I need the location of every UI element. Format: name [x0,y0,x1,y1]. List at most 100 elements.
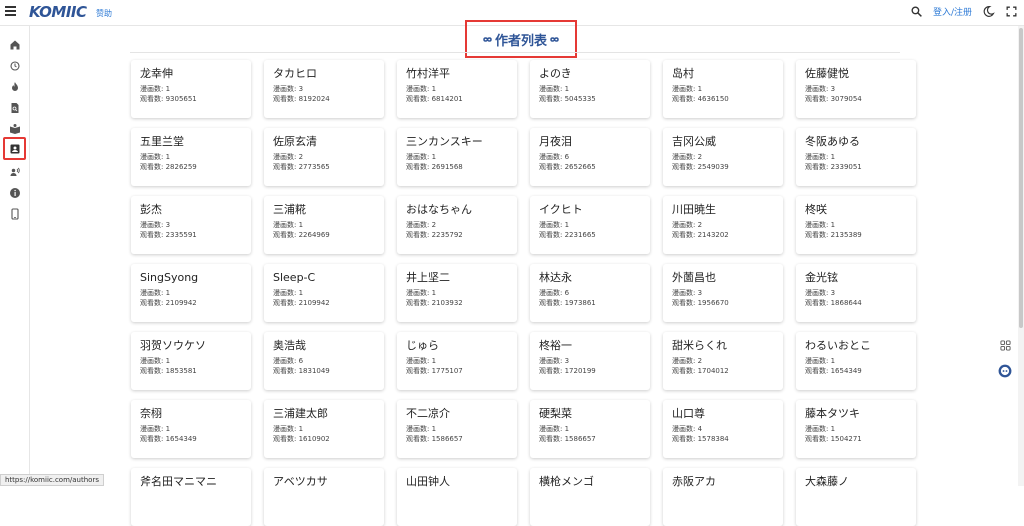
sidebar-nav [0,26,30,486]
floating-actions [998,338,1012,378]
apps-button[interactable] [998,338,1012,352]
sponsor-link[interactable]: 赞助 [96,8,112,19]
search-icon[interactable] [910,5,923,18]
author-card[interactable]: じゅら 漫画数: 1 观看数: 1775107 [397,332,517,390]
author-card[interactable]: イクヒト 漫画数: 1 观看数: 2231665 [530,196,650,254]
sidebar-item-hot[interactable] [5,77,25,97]
author-card[interactable]: 龙幸伸 漫画数: 1 观看数: 9305651 [131,60,251,118]
author-card[interactable]: 外薗昌也 漫画数: 3 观看数: 1956670 [663,264,783,322]
site-logo[interactable]: KOMIIC [29,3,87,21]
author-card[interactable]: 甜米らくれ 漫画数: 2 观看数: 1704012 [663,332,783,390]
author-card[interactable]: 佐藤健悦 漫画数: 3 观看数: 3079054 [796,60,916,118]
infinity-right-icon [550,36,559,42]
author-comic-count: 漫画数: 1 [805,153,836,161]
login-register-link[interactable]: 登入/注册 [933,5,972,18]
author-name: 奈栩 [140,407,162,420]
sidebar-item-history[interactable] [5,56,25,76]
author-comic-count: 漫画数: 1 [406,289,437,297]
author-view-count: 观看数: 2773565 [273,163,330,171]
author-name: 佐藤健悦 [805,67,849,80]
author-card[interactable]: おはなちゃん 漫画数: 2 观看数: 2235792 [397,196,517,254]
author-card[interactable]: 月夜泪 漫画数: 6 观看数: 2652665 [530,128,650,186]
author-card[interactable]: 硬梨菜 漫画数: 1 观看数: 1586657 [530,400,650,458]
page-scrollbar[interactable] [1018,26,1024,486]
author-name: 五里兰堂 [140,135,184,148]
author-card[interactable]: 藤本タツキ 漫画数: 1 观看数: 1504271 [796,400,916,458]
author-name: 赤阪アカ [672,475,716,488]
assistant-button[interactable] [998,364,1012,378]
author-comic-count: 漫画数: 6 [539,289,570,297]
author-comic-count: 漫画数: 1 [539,425,570,433]
author-card[interactable]: 冬阪あゆる 漫画数: 1 观看数: 2339051 [796,128,916,186]
author-view-count: 观看数: 1704012 [672,367,729,375]
author-comic-count: 漫画数: 1 [140,357,171,365]
fire-icon [12,82,18,91]
author-name: 藤本タツキ [805,407,860,420]
author-card[interactable]: よのき 漫画数: 1 观看数: 5045335 [530,60,650,118]
author-card[interactable]: わるいおとこ 漫画数: 1 观看数: 1654349 [796,332,916,390]
author-comic-count: 漫画数: 3 [140,221,171,229]
author-card[interactable]: 山口尊 漫画数: 4 观看数: 1578384 [663,400,783,458]
author-card[interactable]: 五里兰堂 漫画数: 1 观看数: 2826259 [131,128,251,186]
author-card[interactable]: Sleep-C 漫画数: 1 观看数: 2109942 [264,264,384,322]
author-comic-count: 漫画数: 1 [406,153,437,161]
author-card[interactable]: 羽贺ソウケソ 漫画数: 1 观看数: 1853581 [131,332,251,390]
author-card[interactable]: 大森藤ノ [796,468,916,526]
author-view-count: 观看数: 2652665 [539,163,596,171]
author-card[interactable]: 斧名田マニマニ [131,468,251,526]
author-card[interactable]: 柊裕一 漫画数: 3 观看数: 1720199 [530,332,650,390]
author-card[interactable]: 三ンカンスキー 漫画数: 1 观看数: 2691568 [397,128,517,186]
author-card[interactable]: 林达永 漫画数: 6 观看数: 1973861 [530,264,650,322]
author-card[interactable]: 川田暁生 漫画数: 2 观看数: 2143202 [663,196,783,254]
author-comic-count: 漫画数: 1 [273,221,304,229]
author-comic-count: 漫画数: 1 [406,357,437,365]
sidebar-item-search-doc[interactable] [5,98,25,118]
author-comic-count: 漫画数: 1 [273,425,304,433]
author-view-count: 观看数: 9305651 [140,95,197,103]
sidebar-item-info[interactable] [5,183,25,203]
phone-icon [11,208,19,220]
author-card[interactable]: 横枪メンゴ [530,468,650,526]
author-card[interactable]: 彭杰 漫画数: 3 观看数: 2335591 [131,196,251,254]
hamburger-menu-icon[interactable] [5,6,17,18]
author-comic-count: 漫画数: 1 [805,221,836,229]
author-card[interactable]: 井上坚二 漫画数: 1 观看数: 2103932 [397,264,517,322]
fullscreen-icon[interactable] [1005,5,1018,18]
author-card[interactable]: 不二凉介 漫画数: 1 观看数: 1586657 [397,400,517,458]
sidebar-item-authors[interactable] [3,137,26,160]
author-card[interactable]: 三浦糀 漫画数: 1 观看数: 2264969 [264,196,384,254]
author-view-count: 观看数: 8192024 [273,95,330,103]
author-name: アベツカサ [273,475,328,488]
author-name: 三浦建太郎 [273,407,328,420]
author-card[interactable]: 竹村洋平 漫画数: 1 观看数: 6814201 [397,60,517,118]
author-card[interactable]: 佐原玄清 漫画数: 2 观看数: 2773565 [264,128,384,186]
author-card[interactable]: 柊咲 漫画数: 1 观看数: 2135389 [796,196,916,254]
author-card[interactable]: 奥浩哉 漫画数: 6 观看数: 1831049 [264,332,384,390]
author-card[interactable]: アベツカサ [264,468,384,526]
author-card[interactable]: 赤阪アカ [663,468,783,526]
author-view-count: 观看数: 6814201 [406,95,463,103]
author-comic-count: 漫画数: 2 [672,153,703,161]
author-card[interactable]: 山田钟人 [397,468,517,526]
author-card[interactable]: SingSyong 漫画数: 1 观看数: 2109942 [131,264,251,322]
scrollbar-thumb[interactable] [1019,28,1023,328]
author-card[interactable]: 岛村 漫画数: 1 观看数: 4636150 [663,60,783,118]
author-card[interactable]: 金光铉 漫画数: 3 观看数: 1868644 [796,264,916,322]
sidebar-item-podcast[interactable] [5,162,25,182]
sidebar-item-library[interactable] [5,119,25,139]
author-view-count: 观看数: 1654349 [140,435,197,443]
author-comic-count: 漫画数: 2 [672,357,703,365]
sidebar-item-mobile[interactable] [5,204,25,224]
author-card[interactable]: タカヒロ 漫画数: 3 观看数: 8192024 [264,60,384,118]
author-card[interactable]: 三浦建太郎 漫画数: 1 观看数: 1610902 [264,400,384,458]
sidebar-item-home[interactable] [5,35,25,55]
history-icon [10,61,20,71]
dark-mode-icon[interactable] [982,5,995,18]
author-comic-count: 漫画数: 2 [406,221,437,229]
author-card[interactable]: 奈栩 漫画数: 1 观看数: 1654349 [131,400,251,458]
author-view-count: 观看数: 1654349 [805,367,862,375]
author-comic-count: 漫画数: 3 [672,289,703,297]
author-view-count: 观看数: 1853581 [140,367,197,375]
author-card[interactable]: 吉冈公威 漫画数: 2 观看数: 2549039 [663,128,783,186]
author-view-count: 观看数: 1775107 [406,367,463,375]
